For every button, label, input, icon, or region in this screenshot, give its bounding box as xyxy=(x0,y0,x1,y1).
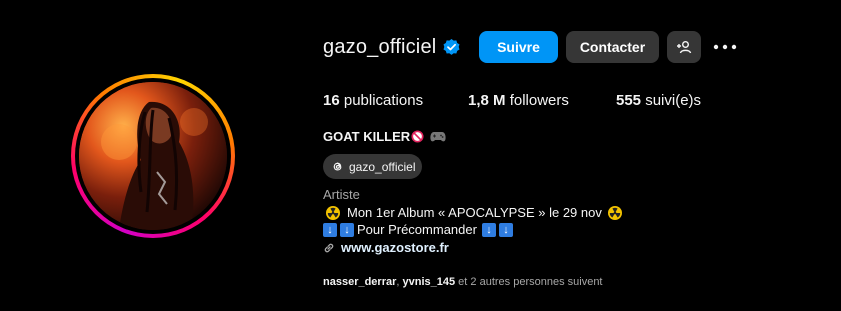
follower-username-2[interactable]: yvnis_145 xyxy=(403,276,456,288)
bio-text-2: Pour Précommander xyxy=(357,222,477,237)
profile-username: gazo_officiel xyxy=(323,36,437,58)
game-controller-icon xyxy=(430,132,446,142)
follow-button[interactable]: Suivre xyxy=(479,31,558,63)
profile-category: Artiste xyxy=(323,187,360,202)
verified-badge-icon xyxy=(443,38,460,55)
down-arrow-icon: ↓ xyxy=(323,222,337,237)
prohibited-icon xyxy=(411,130,424,143)
posts-count: 16 xyxy=(323,92,340,109)
followed-by[interactable]: nasser_derrar, yvnis_145 et 2 autres per… xyxy=(323,276,603,288)
add-person-icon xyxy=(677,41,692,54)
contact-button[interactable]: Contacter xyxy=(566,31,659,63)
radioactive-icon xyxy=(326,205,340,220)
website-link[interactable]: www.gazostore.fr xyxy=(323,240,449,255)
website-url: www.gazostore.fr xyxy=(341,240,449,255)
ellipsis-icon xyxy=(713,44,737,50)
threads-link[interactable]: gazo_officiel xyxy=(323,154,422,179)
down-arrow-icon: ↓ xyxy=(498,222,513,237)
follower-username-1[interactable]: nasser_derrar xyxy=(323,276,396,288)
following-label: suivi(e)s xyxy=(645,92,702,109)
down-arrow-icon: ↓ xyxy=(340,222,354,237)
followers-stat[interactable]: 1,8 M followers xyxy=(468,92,569,109)
threads-handle: gazo_officiel xyxy=(349,159,416,174)
down-arrow-icon: ↓ xyxy=(481,222,496,237)
posts-label: publications xyxy=(343,92,424,109)
followers-label: followers xyxy=(509,92,569,109)
link-icon xyxy=(324,243,334,252)
bio-line-1: Mon 1er Album « APOCALYPSE » le 29 nov xyxy=(323,205,625,220)
bio-line-2: ↓ ↓ Pour Précommander ↓ ↓ xyxy=(323,222,516,237)
posts-stat: 16 publications xyxy=(323,92,423,109)
following-count: 555 xyxy=(616,92,642,109)
threads-icon xyxy=(333,162,342,171)
profile-avatar[interactable] xyxy=(79,82,227,230)
profile-full-name: GOAT KILLER xyxy=(323,129,411,144)
following-stat[interactable]: 555 suivi(e)s xyxy=(616,92,701,109)
radioactive-icon xyxy=(607,205,622,220)
followed-by-rest: et 2 autres personnes suivent xyxy=(455,276,603,288)
followers-count: 1,8 M xyxy=(468,92,506,109)
profile-page: gazo_officiel Suivre Contacter 16 public… xyxy=(0,0,841,311)
story-ring[interactable] xyxy=(71,74,235,238)
suggest-accounts-button[interactable] xyxy=(667,31,701,63)
more-options-button[interactable] xyxy=(711,31,739,63)
bio-text-1: Mon 1er Album « APOCALYPSE » le 29 nov xyxy=(347,205,602,220)
